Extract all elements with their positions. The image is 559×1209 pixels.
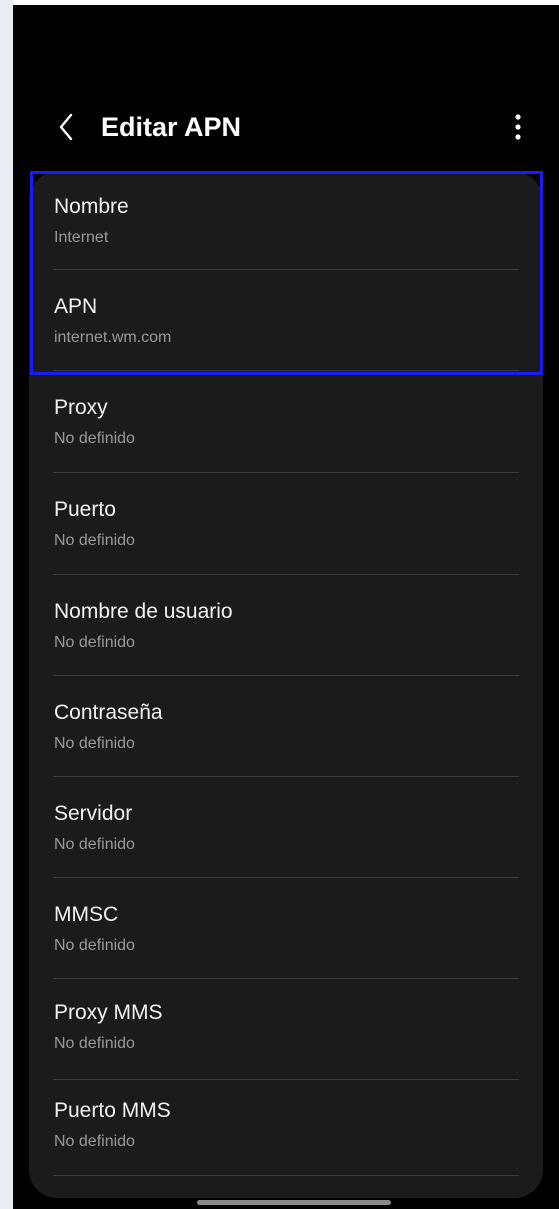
divider xyxy=(53,269,519,270)
page: Editar APN Nombre Internet APN internet.… xyxy=(0,0,559,1209)
list-item-mmsc[interactable]: MMSC No definido xyxy=(29,880,543,980)
item-label: Nombre xyxy=(54,195,129,218)
list-item-proxy-mms[interactable]: Proxy MMS No definido xyxy=(29,978,543,1078)
divider xyxy=(53,877,519,878)
item-value: Internet xyxy=(54,229,109,246)
item-value: No definido xyxy=(54,634,135,651)
list-item-puerto[interactable]: Puerto No definido xyxy=(29,475,543,575)
list-item-apn[interactable]: APN internet.wm.com xyxy=(29,272,543,372)
item-value: No definido xyxy=(54,532,135,549)
more-options-button[interactable] xyxy=(505,107,531,147)
item-label: Proxy xyxy=(54,396,108,419)
item-value: No definido xyxy=(54,836,135,853)
item-value: No definido xyxy=(54,430,135,447)
item-label: Nombre de usuario xyxy=(54,600,233,623)
item-value: No definido xyxy=(54,1133,135,1150)
item-label: Contraseña xyxy=(54,701,163,724)
phone-screen: Editar APN Nombre Internet APN internet.… xyxy=(13,5,559,1209)
chevron-left-icon xyxy=(59,113,73,141)
item-value: No definido xyxy=(54,937,135,954)
item-label: Puerto xyxy=(54,498,116,521)
divider xyxy=(53,675,519,676)
item-label: Puerto MMS xyxy=(54,1099,171,1122)
item-label: MMSC xyxy=(54,903,119,926)
divider xyxy=(53,776,519,777)
more-vertical-icon xyxy=(515,114,521,140)
home-indicator[interactable] xyxy=(197,1200,391,1205)
item-value: No definido xyxy=(54,1035,135,1052)
app-bar: Editar APN xyxy=(13,5,559,170)
item-value: No definido xyxy=(54,735,135,752)
item-label: APN xyxy=(54,295,98,318)
divider xyxy=(53,472,519,473)
background-strip xyxy=(0,0,13,1209)
apn-settings-list: Nombre Internet APN internet.wm.com Prox… xyxy=(29,172,543,1198)
list-item-proxy[interactable]: Proxy No definido xyxy=(29,373,543,473)
divider xyxy=(53,574,519,575)
page-title: Editar APN xyxy=(101,112,242,142)
list-item-servidor[interactable]: Servidor No definido xyxy=(29,779,543,879)
list-item-nombre[interactable]: Nombre Internet xyxy=(29,172,543,272)
list-item-puerto-mms[interactable]: Puerto MMS No definido xyxy=(29,1076,543,1176)
item-label: Servidor xyxy=(54,802,133,825)
list-item-nombre-de-usuario[interactable]: Nombre de usuario No definido xyxy=(29,577,543,677)
item-label: Proxy MMS xyxy=(54,1001,163,1024)
item-value: internet.wm.com xyxy=(54,329,172,346)
list-item-contrasena[interactable]: Contraseña No definido xyxy=(29,678,543,778)
back-button[interactable] xyxy=(51,108,81,146)
divider xyxy=(53,370,519,371)
divider xyxy=(53,1175,519,1176)
